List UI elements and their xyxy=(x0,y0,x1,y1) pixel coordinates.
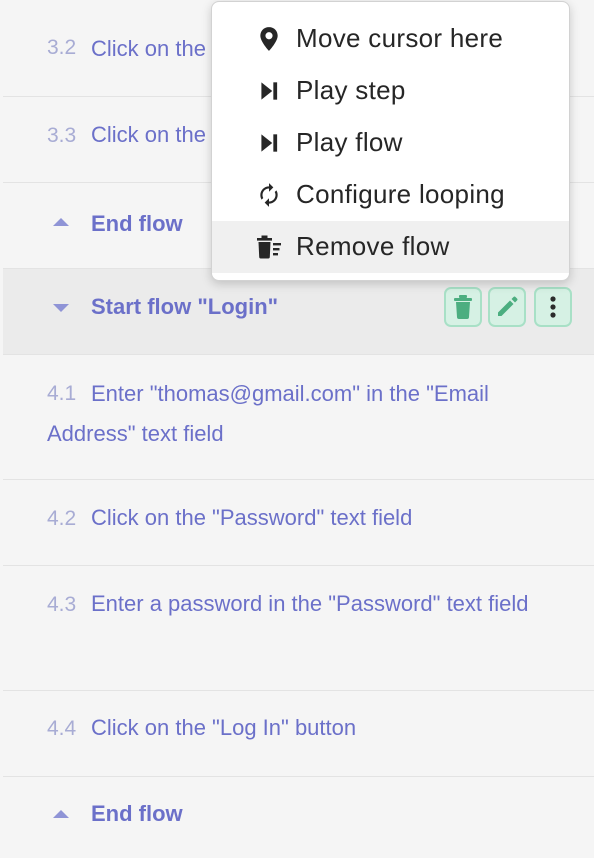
map-pin-icon xyxy=(260,27,278,51)
more-vertical-icon xyxy=(550,296,556,318)
menu-item-label: Remove flow xyxy=(296,231,450,261)
step-row[interactable]: 4.1 Enter "thomas@gmail.com" in the "Ema… xyxy=(3,355,594,480)
step-row[interactable]: 4.4 Click on the "Log In" button xyxy=(3,691,594,777)
skip-forward-icon xyxy=(261,134,278,152)
menu-item-play-step[interactable]: Play step xyxy=(212,65,569,117)
trash-icon xyxy=(454,295,472,319)
loop-icon xyxy=(260,183,278,207)
skip-forward-icon xyxy=(261,82,278,100)
step-text: Click on the "Password" text field xyxy=(91,505,413,530)
edit-button[interactable] xyxy=(488,287,526,327)
step-number: 3.2 xyxy=(47,36,77,59)
step-number: 4.2 xyxy=(47,507,77,530)
end-flow-label: End flow xyxy=(91,801,183,826)
step-text: Click on the "Log In" button xyxy=(91,715,357,740)
menu-item-label: Move cursor here xyxy=(296,23,504,53)
step-number: 3.3 xyxy=(47,124,77,147)
delete-button[interactable] xyxy=(444,287,482,327)
more-options-button[interactable] xyxy=(534,287,572,327)
context-menu: Move cursor here Play step Play flow Con… xyxy=(211,1,570,281)
collapse-caret-icon[interactable] xyxy=(53,218,69,226)
menu-item-move-cursor[interactable]: Move cursor here xyxy=(212,13,569,65)
menu-item-label: Play step xyxy=(296,75,406,105)
menu-item-configure-looping[interactable]: Configure looping xyxy=(212,169,569,221)
step-row[interactable]: 4.3 Enter a password in the "Password" t… xyxy=(3,566,594,691)
menu-item-label: Configure looping xyxy=(296,179,505,209)
menu-item-play-flow[interactable]: Play flow xyxy=(212,117,569,169)
collapse-caret-icon[interactable] xyxy=(53,810,69,818)
delete-list-icon xyxy=(257,235,281,259)
expand-caret-icon[interactable] xyxy=(53,304,69,312)
step-text: Enter a password in the "Password" text … xyxy=(91,591,529,616)
end-flow-label: End flow xyxy=(91,211,183,236)
step-row[interactable]: 4.2 Click on the "Password" text field xyxy=(3,480,594,566)
end-flow-row[interactable]: End flow xyxy=(3,777,594,858)
start-flow-label: Start flow "Login" xyxy=(91,294,279,319)
menu-item-label: Play flow xyxy=(296,127,403,157)
menu-item-remove-flow[interactable]: Remove flow xyxy=(212,221,569,273)
pencil-icon xyxy=(498,296,518,316)
step-text: Enter "thomas@gmail.com" in the "Email A… xyxy=(47,381,489,446)
step-number: 4.4 xyxy=(47,717,77,740)
